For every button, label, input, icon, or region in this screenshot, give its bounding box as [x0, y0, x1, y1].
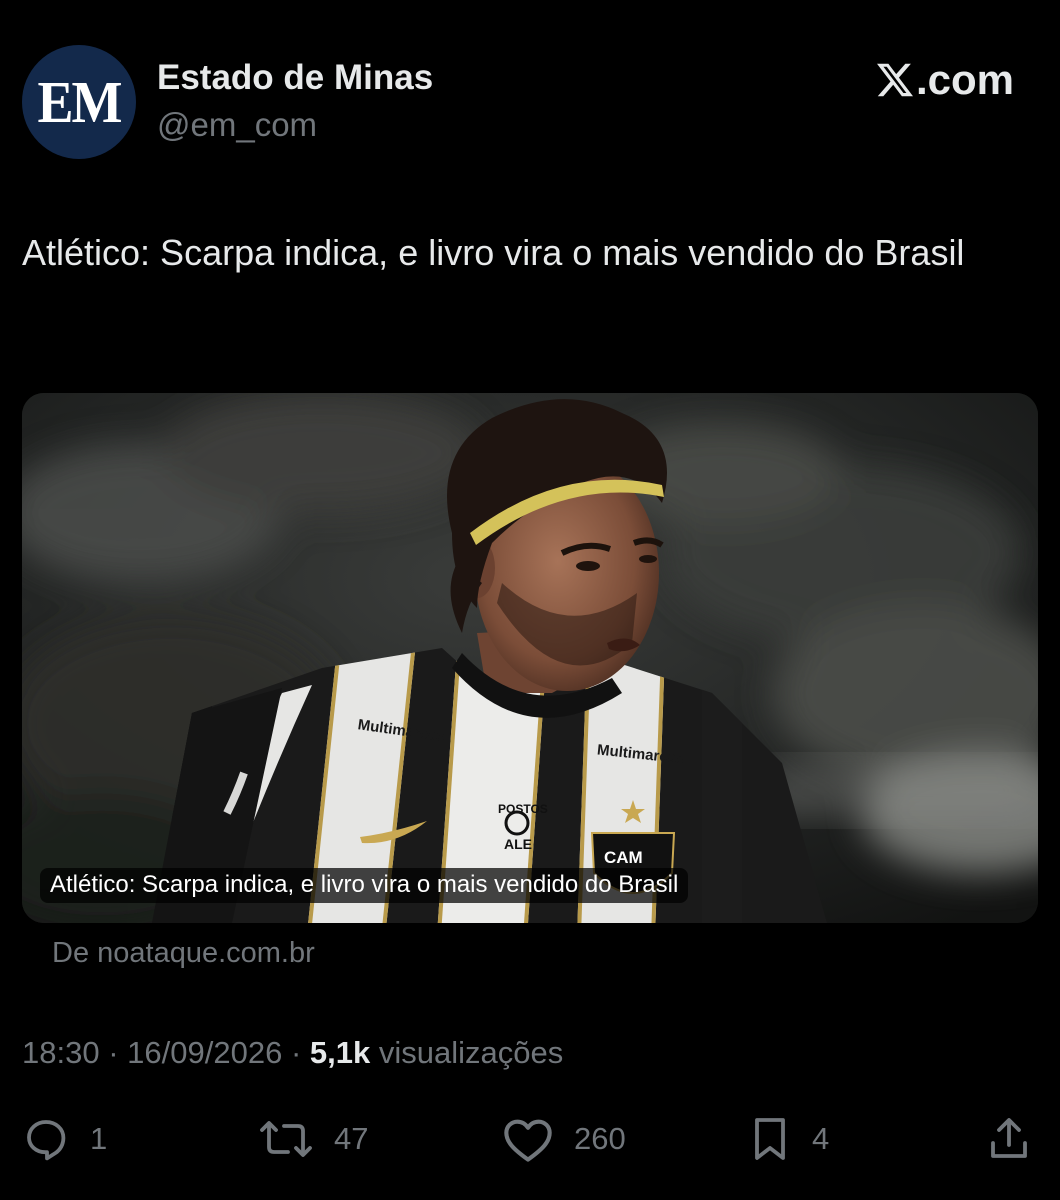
bookmark-count: 4: [812, 1121, 830, 1156]
tweet-date[interactable]: 16/09/2026: [127, 1035, 282, 1070]
reply-icon: [27, 1120, 66, 1161]
tweet-meta: 18:30 · 16/09/2026 · 5,1k visualizações: [22, 1035, 563, 1071]
action-bar: 1 47 260 4: [22, 1115, 1038, 1165]
x-brand: .com: [876, 56, 1014, 104]
brand-domain: .com: [915, 56, 1014, 103]
crest-text: CAM: [604, 848, 643, 867]
meta-separator: ·: [108, 1035, 119, 1070]
display-name[interactable]: Estado de Minas: [157, 58, 433, 98]
avatar[interactable]: EM: [22, 45, 136, 159]
retweet-icon: [260, 1121, 312, 1157]
tweet-text: Atlético: Scarpa indica, e livro vira o …: [22, 232, 965, 273]
jersey-postos-line2: ALE: [504, 836, 532, 852]
bookmark-button[interactable]: 4: [748, 1115, 829, 1163]
like-count: 260: [574, 1121, 626, 1156]
link-card[interactable]: Multimarcas Multimarcas POSTOS ALE CAM A…: [22, 393, 1038, 923]
views-count: 5,1k: [309, 1035, 371, 1070]
user-handle[interactable]: @em_com: [157, 106, 317, 144]
share-icon: [991, 1118, 1027, 1158]
link-source[interactable]: De noataque.com.br: [52, 937, 315, 970]
tweet-time[interactable]: 18:30: [22, 1035, 100, 1070]
like-button[interactable]: 260: [502, 1115, 626, 1163]
retweet-count: 47: [334, 1121, 369, 1156]
share-button[interactable]: [986, 1115, 1032, 1163]
x-logo-icon: [876, 63, 913, 97]
avatar-logo-text: EM: [37, 69, 123, 135]
meta-separator: ·: [290, 1035, 302, 1070]
heart-icon: [504, 1119, 552, 1162]
bookmark-icon: [755, 1118, 785, 1160]
article-photo: Multimarcas Multimarcas POSTOS ALE CAM: [22, 393, 1038, 923]
reply-button[interactable]: 1: [22, 1115, 107, 1163]
reply-count: 1: [90, 1121, 108, 1156]
media-caption: Atlético: Scarpa indica, e livro vira o …: [40, 868, 689, 903]
retweet-button[interactable]: 47: [258, 1115, 368, 1163]
views-label: visualizações: [378, 1035, 564, 1070]
